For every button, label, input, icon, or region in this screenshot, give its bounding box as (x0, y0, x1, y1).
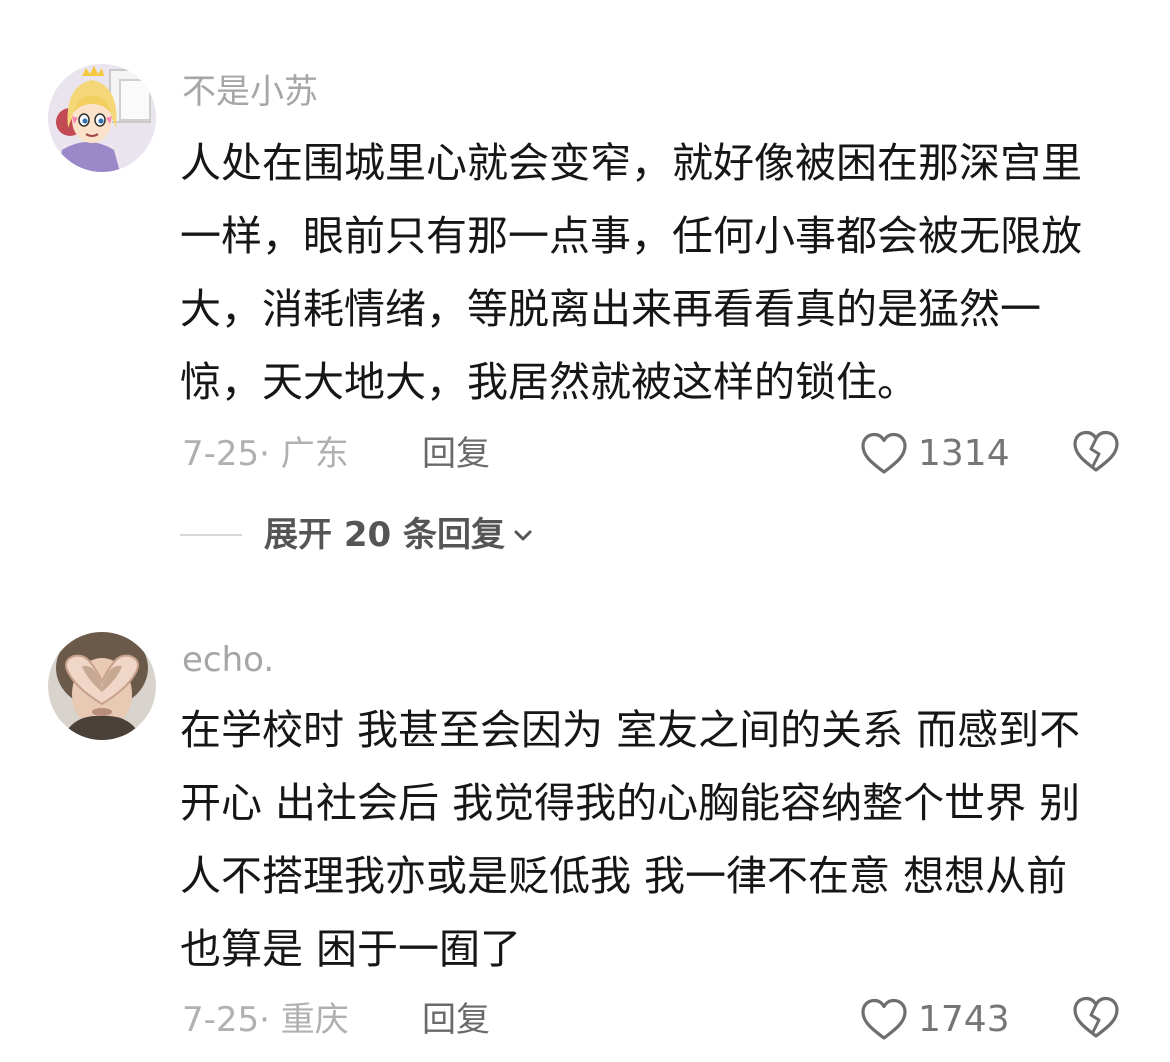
comment-meta: 7-25· 广东 (182, 434, 349, 474)
like-count: 1314 (918, 433, 1010, 474)
dislike-button[interactable] (1072, 430, 1120, 478)
comment-text: 人处在围城里心就会变窄，就好像被困在那深宫里一样，眼前只有那一点事，任何小事都会… (180, 139, 1082, 406)
comment-location: 重庆 (280, 1000, 349, 1040)
chevron-down-icon (514, 530, 532, 541)
heart-outline-icon (861, 998, 907, 1040)
username[interactable]: 不是小苏 (182, 72, 318, 112)
divider-line (180, 534, 242, 536)
reply-button[interactable]: 回复 (422, 431, 490, 477)
broken-heart-icon (1073, 996, 1119, 1038)
username[interactable]: echo. (182, 640, 274, 680)
comment-date: 7-25 (182, 434, 260, 474)
comment-item: 不是小苏 人处在围城里心就会变窄，就好像被困在那深宫里一样，眼前只有那一点事，任… (0, 0, 1170, 600)
cartoon-girl-avatar-icon (48, 64, 156, 172)
broken-heart-icon (1073, 430, 1119, 472)
comment-date: 7-25 (182, 1000, 260, 1040)
expand-replies-label: 展开 20 条回复 (264, 515, 505, 555)
reply-button[interactable]: 回复 (422, 997, 490, 1043)
like-button[interactable]: 1314 (860, 430, 1010, 478)
like-count: 1743 (918, 999, 1010, 1040)
like-button[interactable]: 1743 (860, 996, 1010, 1044)
heart-outline-icon (861, 432, 907, 474)
dislike-button[interactable] (1072, 996, 1120, 1044)
comment-location: 广东 (280, 434, 349, 474)
expand-replies-button[interactable]: 展开 20 条回复 (180, 512, 535, 558)
comment-text: 在学校时 我甚至会因为 室友之间的关系 而感到不开心 出社会后 我觉得我的心胸能… (180, 706, 1081, 973)
comment-item: echo. 在学校时 我甚至会因为 室友之间的关系 而感到不开心 出社会后 我觉… (0, 600, 1170, 1062)
heart-hands-photo-avatar-icon (48, 632, 156, 740)
avatar[interactable] (48, 64, 156, 172)
comment-meta: 7-25· 重庆 (182, 1000, 349, 1040)
avatar[interactable] (48, 632, 156, 740)
